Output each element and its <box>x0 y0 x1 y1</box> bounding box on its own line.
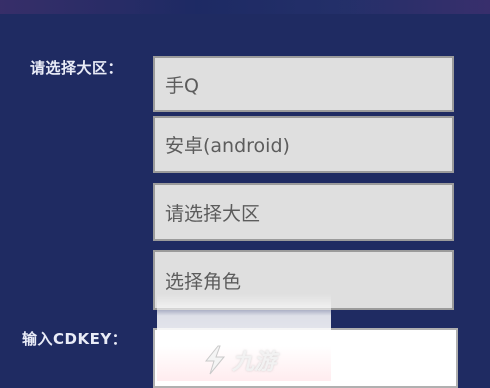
header-strip <box>0 0 490 14</box>
platform-select-value: 手Q <box>165 74 199 97</box>
os-select-value: 安卓(android) <box>165 135 290 157</box>
watermark-text: 九游 <box>232 350 277 375</box>
region-select[interactable]: 请选择大区 <box>153 183 454 241</box>
role-select[interactable]: 选择角色 <box>153 250 454 310</box>
platform-select[interactable]: 手Q <box>153 56 454 112</box>
cdkey-label: 输入CDKEY： <box>22 330 128 348</box>
region-label: 请选择大区： <box>30 59 124 77</box>
role-select-value: 选择角色 <box>165 270 242 293</box>
watermark-logo-icon <box>204 345 226 375</box>
region-select-value: 请选择大区 <box>165 202 261 225</box>
os-select[interactable]: 安卓(android) <box>153 116 454 173</box>
